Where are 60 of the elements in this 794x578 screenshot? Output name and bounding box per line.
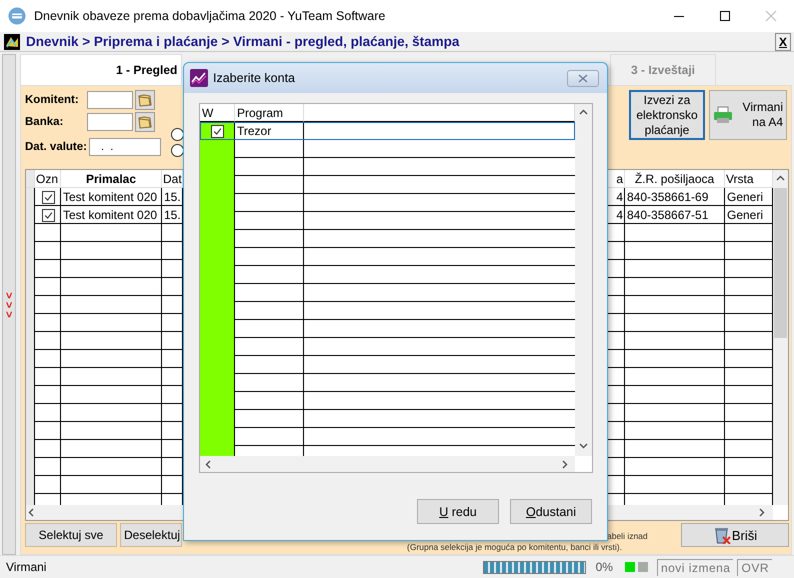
expand-strip-label[interactable]: > > > xyxy=(3,292,15,318)
input-field[interactable] xyxy=(87,113,133,131)
close-button[interactable] xyxy=(567,70,599,86)
folder-icon[interactable] xyxy=(135,90,155,110)
radio-button[interactable] xyxy=(171,144,184,157)
table-cell-text: Generi xyxy=(726,207,764,224)
field-label: Dat. valute: xyxy=(25,141,87,153)
date-field[interactable]: . . xyxy=(89,138,161,156)
table-cell-text: 15. xyxy=(163,207,182,224)
dialog-button[interactable]: Odustani xyxy=(510,499,592,524)
column-header: Ž.R. pošiljaoca xyxy=(625,170,725,188)
mode-indicator: novi izmena xyxy=(656,558,734,576)
table-cell-text: 4 xyxy=(615,207,624,224)
tab[interactable]: 1 - Pregled xyxy=(20,54,182,85)
action-button[interactable]: Virmani na A4 xyxy=(709,90,787,140)
selection-button[interactable]: Deselektuj xyxy=(120,523,182,547)
trash-icon xyxy=(712,526,731,544)
mode-indicator: OVR xyxy=(737,558,772,576)
dialog-button[interactable]: U redu xyxy=(417,499,499,524)
column-header: Primalac xyxy=(61,170,162,188)
column-header: Vrsta xyxy=(725,170,773,188)
radio-button[interactable] xyxy=(171,128,184,141)
app-icon xyxy=(8,7,26,25)
column-header: Ozn xyxy=(35,170,61,188)
table-cell-text: Test komitent 020 xyxy=(62,189,158,206)
selection-button[interactable]: Selektuj sve xyxy=(25,523,117,547)
action-button[interactable]: Izvezi za elektronsko plaćanje xyxy=(629,90,705,140)
hint-text: abeli iznad xyxy=(607,531,649,542)
status-text: Virmani xyxy=(6,560,48,574)
table-row[interactable]: Trezor xyxy=(200,122,575,140)
delete-button[interactable]: Briši xyxy=(681,523,789,547)
maximize-icon[interactable] xyxy=(719,10,731,22)
breadcrumb: Dnevnik > Priprema i plaćanje > Virmani - pregled, plaćanje, štampa xyxy=(26,34,460,49)
close-button[interactable]: X xyxy=(775,32,791,50)
dialog-title: Izaberite konta xyxy=(213,71,296,85)
column-header: Dat xyxy=(162,170,183,188)
column-header: W xyxy=(200,104,235,122)
table-cell-text: 840-358667-51 xyxy=(626,207,710,224)
checkbox[interactable] xyxy=(42,190,54,204)
table-cell-text: Generi xyxy=(726,189,764,206)
table-cell-text: 840-358661-69 xyxy=(626,189,710,206)
input-field[interactable] xyxy=(87,91,133,109)
table-cell-text: 4 xyxy=(615,189,624,206)
close-icon[interactable] xyxy=(578,74,588,82)
column-header: Program xyxy=(235,104,304,122)
scrollbar-thumb[interactable] xyxy=(774,188,787,338)
nav-icon xyxy=(4,34,20,50)
chart-icon xyxy=(190,69,208,87)
checkbox[interactable] xyxy=(211,124,224,138)
field-label: Komitent: xyxy=(25,94,80,106)
field-label: Banka: xyxy=(25,116,64,128)
progress-text: 0% xyxy=(596,560,613,574)
window-title: Dnevnik obaveze prema dobavljačima 2020 - YuTeam Software xyxy=(34,9,386,23)
table-cell-text: 15. xyxy=(163,189,182,206)
table-cell-text: Trezor xyxy=(236,123,272,140)
hint-text: (Grupna selekcija je moguća po komitentu, banci ili vrsti). xyxy=(407,542,623,553)
checkbox[interactable] xyxy=(42,208,54,222)
table-cell-text: Test komitent 020 xyxy=(62,207,158,224)
folder-icon[interactable] xyxy=(135,112,155,132)
printer-icon xyxy=(713,106,733,124)
